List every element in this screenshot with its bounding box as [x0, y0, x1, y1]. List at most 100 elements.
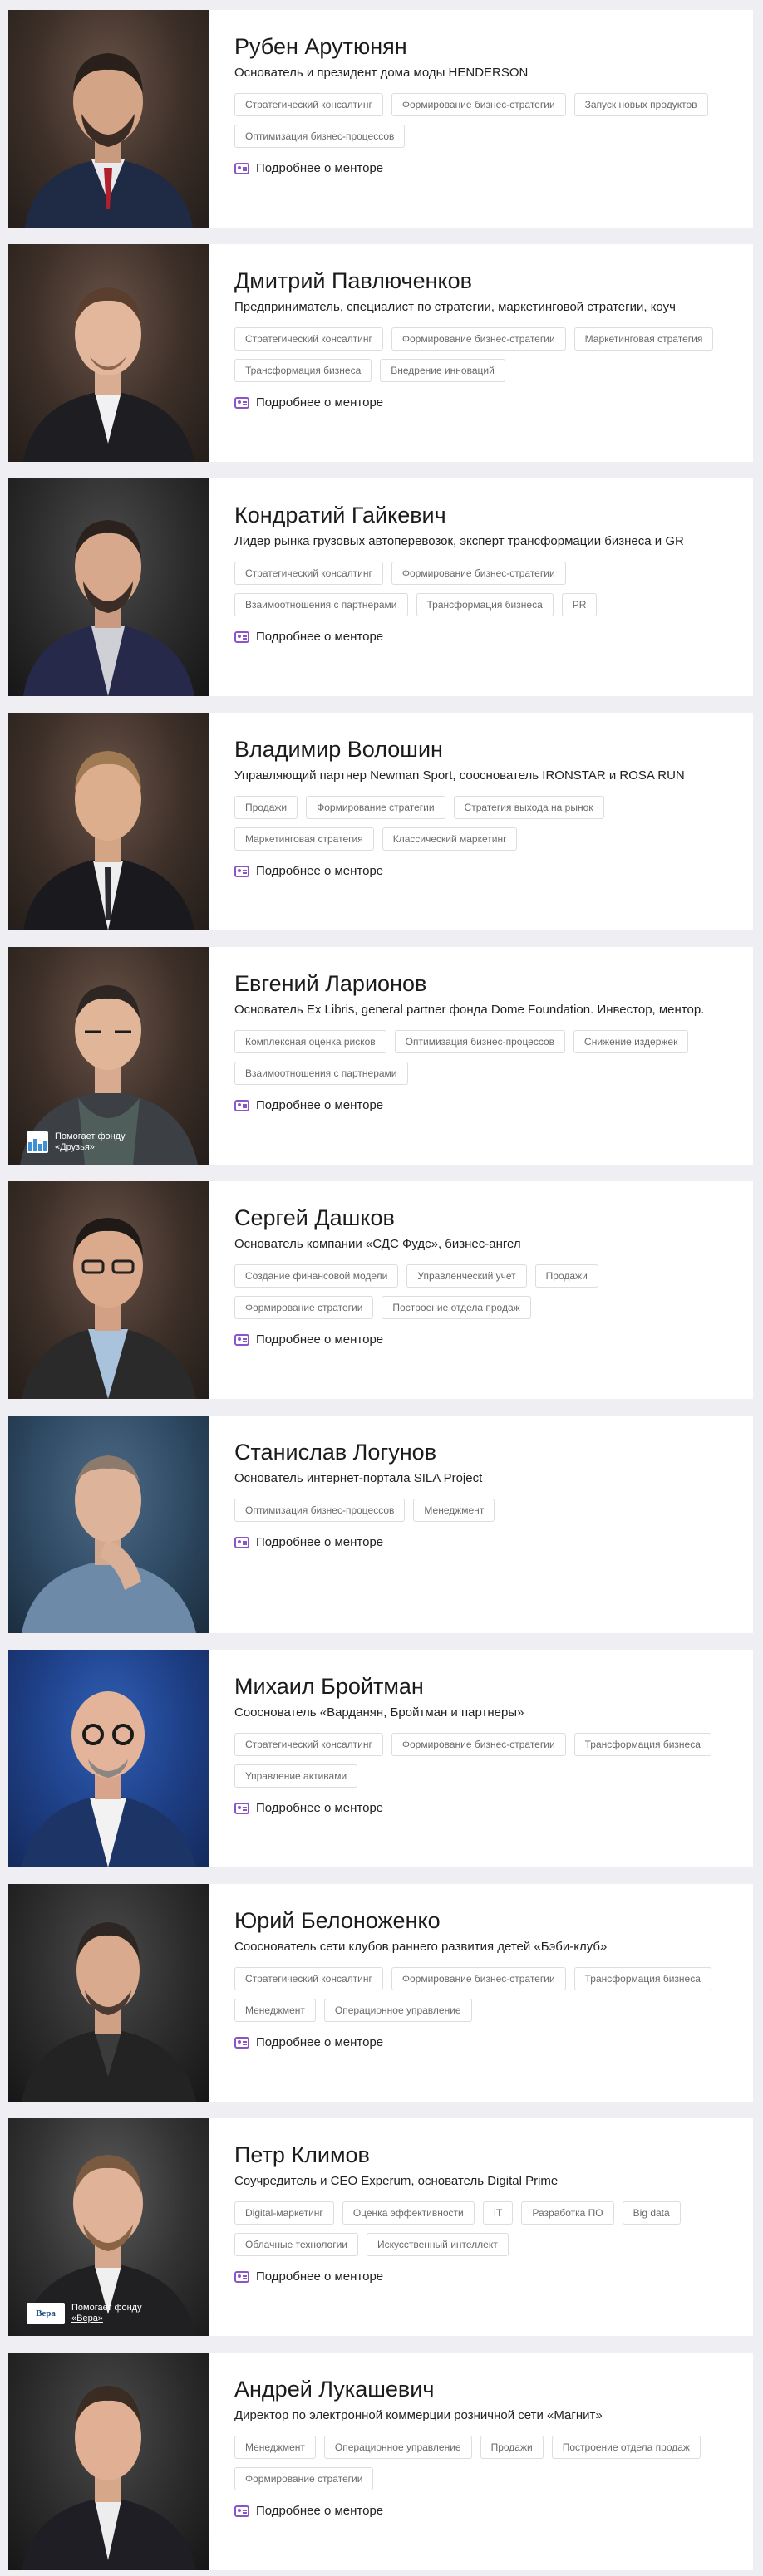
expertise-tag: Стратегический консалтинг — [234, 562, 383, 585]
mentor-more-link[interactable]: Подробнее о менторе — [234, 161, 736, 175]
expertise-tag: Внедрение инноваций — [380, 359, 505, 382]
charity-badge[interactable]: Помогает фонду «Друзья» — [27, 1131, 146, 1153]
mentor-name[interactable]: Кондратий Гайкевич — [234, 502, 736, 528]
mentor-photo — [8, 10, 209, 228]
mentor-photo — [8, 1181, 209, 1399]
mentor-more-label[interactable]: Подробнее о менторе — [256, 2504, 383, 2518]
expertise-tag: PR — [561, 593, 598, 616]
mentor-card[interactable]: Рубен Арутюнян Основатель и президент до… — [8, 10, 753, 228]
mentor-more-label[interactable]: Подробнее о менторе — [256, 630, 383, 644]
mentor-card[interactable]: Сергей Дашков Основатель компании «СДС Ф… — [8, 1181, 753, 1399]
mentor-photo — [8, 244, 209, 462]
expertise-tag: Снижение издержек — [573, 1030, 689, 1053]
mentor-more-label[interactable]: Подробнее о менторе — [256, 1535, 383, 1549]
mentor-name[interactable]: Сергей Дашков — [234, 1205, 736, 1231]
mentor-more-link[interactable]: Подробнее о менторе — [234, 1535, 736, 1549]
mentor-name[interactable]: Юрий Белоноженко — [234, 1907, 736, 1934]
profile-card-icon — [234, 631, 249, 643]
mentor-photo — [8, 1650, 209, 1867]
mentor-more-link[interactable]: Подробнее о менторе — [234, 2035, 736, 2049]
charity-logo-text: Вера — [36, 2309, 56, 2318]
expertise-tag: Оптимизация бизнес-процессов — [234, 1499, 406, 1522]
mentor-more-label[interactable]: Подробнее о менторе — [256, 2035, 383, 2049]
mentor-more-link[interactable]: Подробнее о менторе — [234, 2269, 736, 2284]
mentor-name[interactable]: Андрей Лукашевич — [234, 2376, 736, 2402]
expertise-tag: Управленческий учет — [406, 1264, 527, 1288]
mentor-tags: Стратегический консалтинг Формирование б… — [234, 1733, 733, 1788]
mentor-more-label[interactable]: Подробнее о менторе — [256, 1332, 383, 1347]
mentor-name[interactable]: Петр Климов — [234, 2142, 736, 2168]
mentor-photo: Помогает фонду «Друзья» — [8, 947, 209, 1165]
expertise-tag: Создание финансовой модели — [234, 1264, 399, 1288]
mentor-info: Евгений Ларионов Основатель Ex Libris, g… — [234, 970, 736, 1112]
mentor-tags: Менеджмент Операционное управление Прода… — [234, 2436, 733, 2490]
expertise-tag: Стратегический консалтинг — [234, 93, 383, 116]
expertise-tag: Стратегический консалтинг — [234, 1733, 383, 1756]
mentor-more-link[interactable]: Подробнее о менторе — [234, 864, 736, 878]
charity-text: Помогает фонду «Друзья» — [55, 1131, 146, 1153]
charity-line1: Помогает фонду — [71, 2303, 142, 2313]
expertise-tag: Оптимизация бизнес-процессов — [234, 125, 406, 148]
mentor-more-label[interactable]: Подробнее о менторе — [256, 161, 383, 175]
mentor-info: Сергей Дашков Основатель компании «СДС Ф… — [234, 1205, 736, 1347]
expertise-tag: Формирование стратегии — [306, 796, 445, 819]
mentor-more-link[interactable]: Подробнее о менторе — [234, 1098, 736, 1112]
mentor-list: Рубен Арутюнян Основатель и президент до… — [0, 0, 763, 2576]
mentor-role: Лидер рынка грузовых автоперевозок, эксп… — [234, 534, 684, 548]
mentor-more-label[interactable]: Подробнее о менторе — [256, 1801, 383, 1815]
profile-card-icon — [234, 1802, 249, 1814]
mentor-card[interactable]: Владимир Волошин Управляющий партнер New… — [8, 713, 753, 930]
expertise-tag: Формирование бизнес-стратегии — [391, 1967, 566, 1990]
mentor-more-link[interactable]: Подробнее о менторе — [234, 1332, 736, 1347]
mentor-name[interactable]: Станислав Логунов — [234, 1439, 736, 1465]
expertise-tag: Менеджмент — [413, 1499, 495, 1522]
mentor-card[interactable]: Кондратий Гайкевич Лидер рынка грузовых … — [8, 478, 753, 696]
mentor-card[interactable]: Михаил Бройтман Сооснователь «Варданян, … — [8, 1650, 753, 1867]
profile-card-icon — [234, 2270, 249, 2283]
mentor-more-link[interactable]: Подробнее о менторе — [234, 1801, 736, 1815]
expertise-tag: Продажи — [480, 2436, 544, 2459]
mentor-role: Основатель Ex Libris, general partner фо… — [234, 1003, 705, 1017]
mentor-more-link[interactable]: Подробнее о менторе — [234, 2504, 736, 2518]
mentor-card[interactable]: Дмитрий Павлюченков Предприниматель, спе… — [8, 244, 753, 462]
mentor-more-label[interactable]: Подробнее о менторе — [256, 395, 383, 410]
mentor-more-label[interactable]: Подробнее о менторе — [256, 2269, 383, 2284]
expertise-tag: Стратегический консалтинг — [234, 327, 383, 351]
mentor-info: Михаил Бройтман Сооснователь «Варданян, … — [234, 1673, 736, 1815]
expertise-tag: Оптимизация бизнес-процессов — [394, 1030, 566, 1053]
mentor-name[interactable]: Михаил Бройтман — [234, 1673, 736, 1700]
mentor-name[interactable]: Евгений Ларионов — [234, 970, 736, 997]
expertise-tag: Взаимоотношения с партнерами — [234, 1062, 408, 1085]
mentor-card[interactable]: Станислав Логунов Основатель интернет-по… — [8, 1416, 753, 1633]
profile-card-icon — [234, 2505, 249, 2517]
mentor-photo — [8, 1416, 209, 1633]
mentor-role: Директор по электронной коммерции рознич… — [234, 2408, 603, 2422]
mentor-card[interactable]: Помогает фонду «Друзья» Евгений Ларионов… — [8, 947, 753, 1165]
mentor-more-link[interactable]: Подробнее о менторе — [234, 395, 736, 410]
mentor-info: Петр Климов Соучредитель и CEO Experum, … — [234, 2142, 736, 2284]
expertise-tag: Трансформация бизнеса — [573, 1967, 711, 1990]
mentor-more-label[interactable]: Подробнее о менторе — [256, 1098, 383, 1112]
mentor-more-label[interactable]: Подробнее о менторе — [256, 864, 383, 878]
charity-badge[interactable]: Вера Помогает фонду «Вера» — [27, 2303, 163, 2324]
charity-fund-link[interactable]: «Вера» — [71, 2313, 163, 2324]
mentor-name[interactable]: Рубен Арутюнян — [234, 33, 736, 60]
expertise-tag: Продажи — [234, 796, 298, 819]
mentor-role: Основатель и президент дома моды HENDERS… — [234, 66, 529, 80]
expertise-tag: Формирование стратегии — [234, 1296, 374, 1319]
mentor-more-link[interactable]: Подробнее о менторе — [234, 630, 736, 644]
mentor-tags: Стратегический консалтинг Формирование б… — [234, 562, 733, 616]
mentor-name[interactable]: Дмитрий Павлюченков — [234, 267, 736, 294]
expertise-tag: Построение отдела продаж — [382, 1296, 531, 1319]
expertise-tag: Оценка эффективности — [342, 2201, 475, 2225]
mentor-card[interactable]: Андрей Лукашевич Директор по электронной… — [8, 2353, 753, 2570]
charity-fund-link[interactable]: «Друзья» — [55, 1142, 146, 1153]
mentor-info: Рубен Арутюнян Основатель и президент до… — [234, 33, 736, 175]
mentor-name[interactable]: Владимир Волошин — [234, 736, 736, 763]
expertise-tag: Маркетинговая стратегия — [234, 827, 374, 851]
mentor-card[interactable]: Вера Помогает фонду «Вера» Петр Климов С… — [8, 2118, 753, 2336]
profile-card-icon — [234, 1099, 249, 1111]
expertise-tag: Менеджмент — [234, 2436, 316, 2459]
mentor-card[interactable]: Юрий Белоноженко Сооснователь сети клубо… — [8, 1884, 753, 2102]
charity-line1: Помогает фонду — [55, 1131, 126, 1141]
